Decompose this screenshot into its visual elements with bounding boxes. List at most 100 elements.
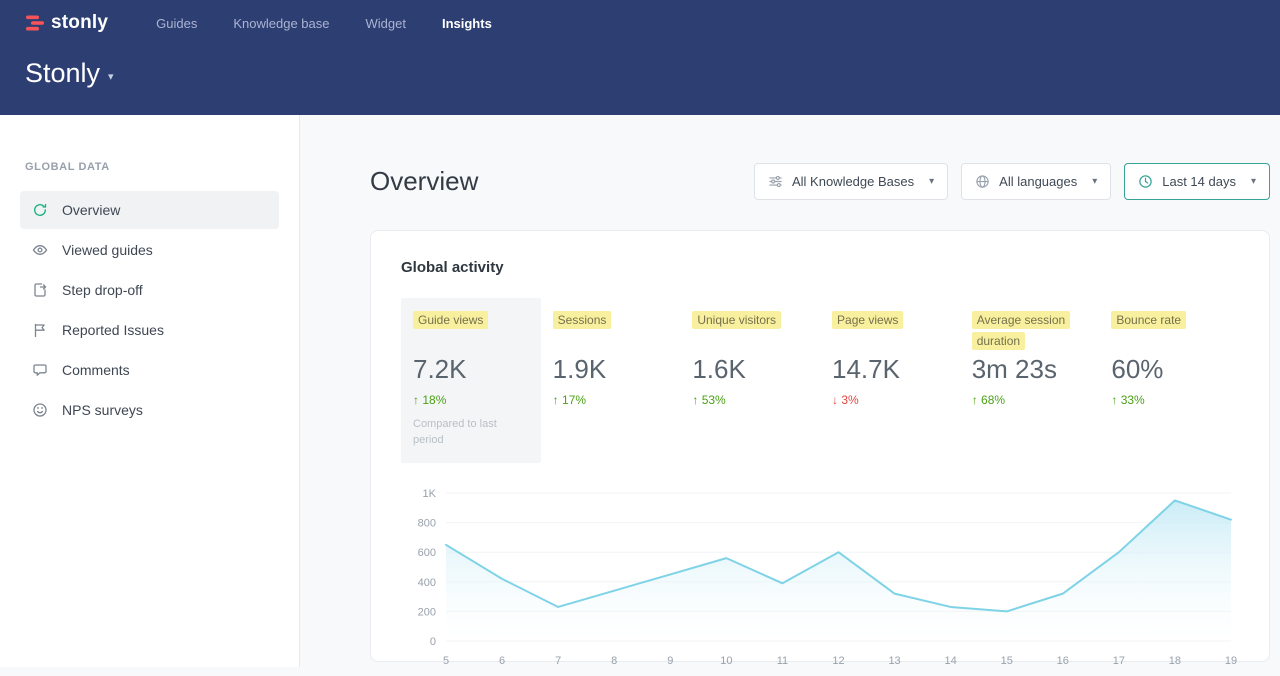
date-range-filter[interactable]: Last 14 days ▾ bbox=[1124, 163, 1270, 200]
arrow-up-icon: ↑ bbox=[972, 393, 978, 407]
card-title: Global activity bbox=[401, 259, 1239, 276]
topnav-knowledge-base[interactable]: Knowledge base bbox=[233, 16, 329, 31]
globe-icon bbox=[975, 174, 990, 189]
svg-text:800: 800 bbox=[418, 517, 436, 529]
metric-label: Unique visitors bbox=[692, 311, 781, 329]
sidebar-item-overview[interactable]: Overview bbox=[20, 191, 279, 229]
clock-icon bbox=[1138, 174, 1153, 189]
top-navigation: stonly Guides Knowledge base Widget Insi… bbox=[0, 0, 1280, 34]
sidebar-item-viewed-guides[interactable]: Viewed guides bbox=[20, 231, 279, 269]
comment-icon bbox=[32, 362, 48, 378]
metric-value: 1.6K bbox=[692, 354, 808, 385]
step-dropoff-icon bbox=[32, 282, 48, 298]
stonly-logo-text: stonly bbox=[51, 12, 108, 34]
metric-avg-session-duration[interactable]: Average session duration 3m 23s ↑ 68% bbox=[960, 298, 1100, 421]
global-activity-card: Global activity Guide views 7.2K ↑ 18% C… bbox=[370, 230, 1270, 662]
svg-text:9: 9 bbox=[667, 655, 673, 667]
page-title: Overview bbox=[370, 166, 478, 197]
sidebar-item-label: Overview bbox=[62, 202, 120, 218]
workspace-selector[interactable]: Stonly ▾ bbox=[25, 58, 1280, 89]
sidebar-item-reported-issues[interactable]: Reported Issues bbox=[20, 311, 279, 349]
arrow-up-icon: ↑ bbox=[413, 393, 419, 407]
metric-delta: ↑ 68% bbox=[972, 393, 1088, 407]
svg-text:5: 5 bbox=[443, 655, 449, 667]
svg-text:16: 16 bbox=[1057, 655, 1069, 667]
metric-value: 60% bbox=[1111, 354, 1227, 385]
arrow-up-icon: ↑ bbox=[553, 393, 559, 407]
topnav-widget[interactable]: Widget bbox=[366, 16, 406, 31]
chevron-down-icon: ▾ bbox=[108, 70, 114, 83]
stonly-logo-icon bbox=[25, 13, 45, 33]
svg-text:13: 13 bbox=[888, 655, 900, 667]
main-content: Overview All Knowledge Bases ▾ bbox=[300, 115, 1280, 667]
topnav-insights[interactable]: Insights bbox=[442, 16, 492, 31]
chevron-down-icon: ▾ bbox=[1092, 176, 1097, 187]
metric-delta: ↑ 33% bbox=[1111, 393, 1227, 407]
metric-guide-views[interactable]: Guide views 7.2K ↑ 18% Compared to last … bbox=[401, 298, 541, 463]
metric-delta: ↑ 17% bbox=[553, 393, 669, 407]
metric-delta: ↓ 3% bbox=[832, 393, 948, 407]
languages-filter[interactable]: All languages ▾ bbox=[961, 163, 1111, 200]
top-header: stonly Guides Knowledge base Widget Insi… bbox=[0, 0, 1280, 115]
svg-text:200: 200 bbox=[418, 606, 436, 618]
arrow-up-icon: ↑ bbox=[692, 393, 698, 407]
metric-value: 3m 23s bbox=[972, 354, 1088, 385]
sidebar-item-label: NPS surveys bbox=[62, 402, 143, 418]
metric-delta: ↑ 18% bbox=[413, 393, 529, 407]
svg-text:14: 14 bbox=[945, 655, 957, 667]
metric-label: Guide views bbox=[413, 311, 488, 329]
metric-value: 7.2K bbox=[413, 354, 529, 385]
svg-text:19: 19 bbox=[1225, 655, 1237, 667]
svg-text:15: 15 bbox=[1001, 655, 1013, 667]
sidebar-item-label: Step drop-off bbox=[62, 282, 143, 298]
sidebar-item-label: Viewed guides bbox=[62, 242, 153, 258]
filters-row: All Knowledge Bases ▾ All languages ▾ bbox=[754, 163, 1270, 200]
metric-sessions[interactable]: Sessions 1.9K ↑ 17% bbox=[541, 298, 681, 421]
metric-label: Sessions bbox=[553, 311, 612, 329]
svg-text:11: 11 bbox=[777, 655, 788, 667]
metric-label: Bounce rate bbox=[1111, 311, 1186, 329]
sidebar-section-label: GLOBAL DATA bbox=[25, 161, 299, 173]
svg-text:6: 6 bbox=[499, 655, 505, 667]
languages-filter-label: All languages bbox=[999, 174, 1077, 189]
eye-icon bbox=[32, 242, 48, 258]
metric-bounce-rate[interactable]: Bounce rate 60% ↑ 33% bbox=[1099, 298, 1239, 421]
flag-icon bbox=[32, 322, 48, 338]
metric-label: Average session duration bbox=[972, 311, 1071, 350]
metric-value: 1.9K bbox=[553, 354, 669, 385]
metric-unique-visitors[interactable]: Unique visitors 1.6K ↑ 53% bbox=[680, 298, 820, 421]
sliders-icon bbox=[768, 174, 783, 189]
stonly-logo[interactable]: stonly bbox=[25, 12, 108, 34]
metric-page-views[interactable]: Page views 14.7K ↓ 3% bbox=[820, 298, 960, 421]
svg-text:12: 12 bbox=[832, 655, 844, 667]
topnav-guides[interactable]: Guides bbox=[156, 16, 197, 31]
metric-value: 14.7K bbox=[832, 354, 948, 385]
smiley-icon bbox=[32, 402, 48, 418]
arrow-up-icon: ↑ bbox=[1111, 393, 1117, 407]
sidebar-item-label: Reported Issues bbox=[62, 322, 164, 338]
workspace-title: Stonly bbox=[25, 58, 100, 89]
metric-delta: ↑ 53% bbox=[692, 393, 808, 407]
svg-text:400: 400 bbox=[418, 577, 436, 589]
sidebar-item-label: Comments bbox=[62, 362, 130, 378]
svg-text:1K: 1K bbox=[423, 488, 437, 500]
svg-text:17: 17 bbox=[1113, 655, 1125, 667]
knowledge-bases-filter[interactable]: All Knowledge Bases ▾ bbox=[754, 163, 948, 200]
knowledge-bases-filter-label: All Knowledge Bases bbox=[792, 174, 914, 189]
metric-compare-note: Compared to last period bbox=[413, 417, 523, 449]
chevron-down-icon: ▾ bbox=[929, 176, 934, 187]
svg-text:7: 7 bbox=[555, 655, 561, 667]
metrics-row: Guide views 7.2K ↑ 18% Compared to last … bbox=[401, 298, 1239, 463]
sidebar-item-nps-surveys[interactable]: NPS surveys bbox=[20, 391, 279, 429]
chevron-down-icon: ▾ bbox=[1251, 176, 1256, 187]
svg-text:8: 8 bbox=[611, 655, 617, 667]
overview-icon bbox=[32, 202, 48, 218]
svg-text:0: 0 bbox=[430, 636, 436, 648]
svg-text:10: 10 bbox=[720, 655, 732, 667]
sidebar-item-comments[interactable]: Comments bbox=[20, 351, 279, 389]
sidebar-item-step-drop-off[interactable]: Step drop-off bbox=[20, 271, 279, 309]
date-range-filter-label: Last 14 days bbox=[1162, 174, 1236, 189]
sidebar: GLOBAL DATA Overview Viewed guides Step … bbox=[0, 115, 300, 667]
global-activity-chart: 1K80060040020005678910111213141516171819 bbox=[401, 481, 1241, 671]
topnav-items: Guides Knowledge base Widget Insights bbox=[156, 16, 492, 31]
